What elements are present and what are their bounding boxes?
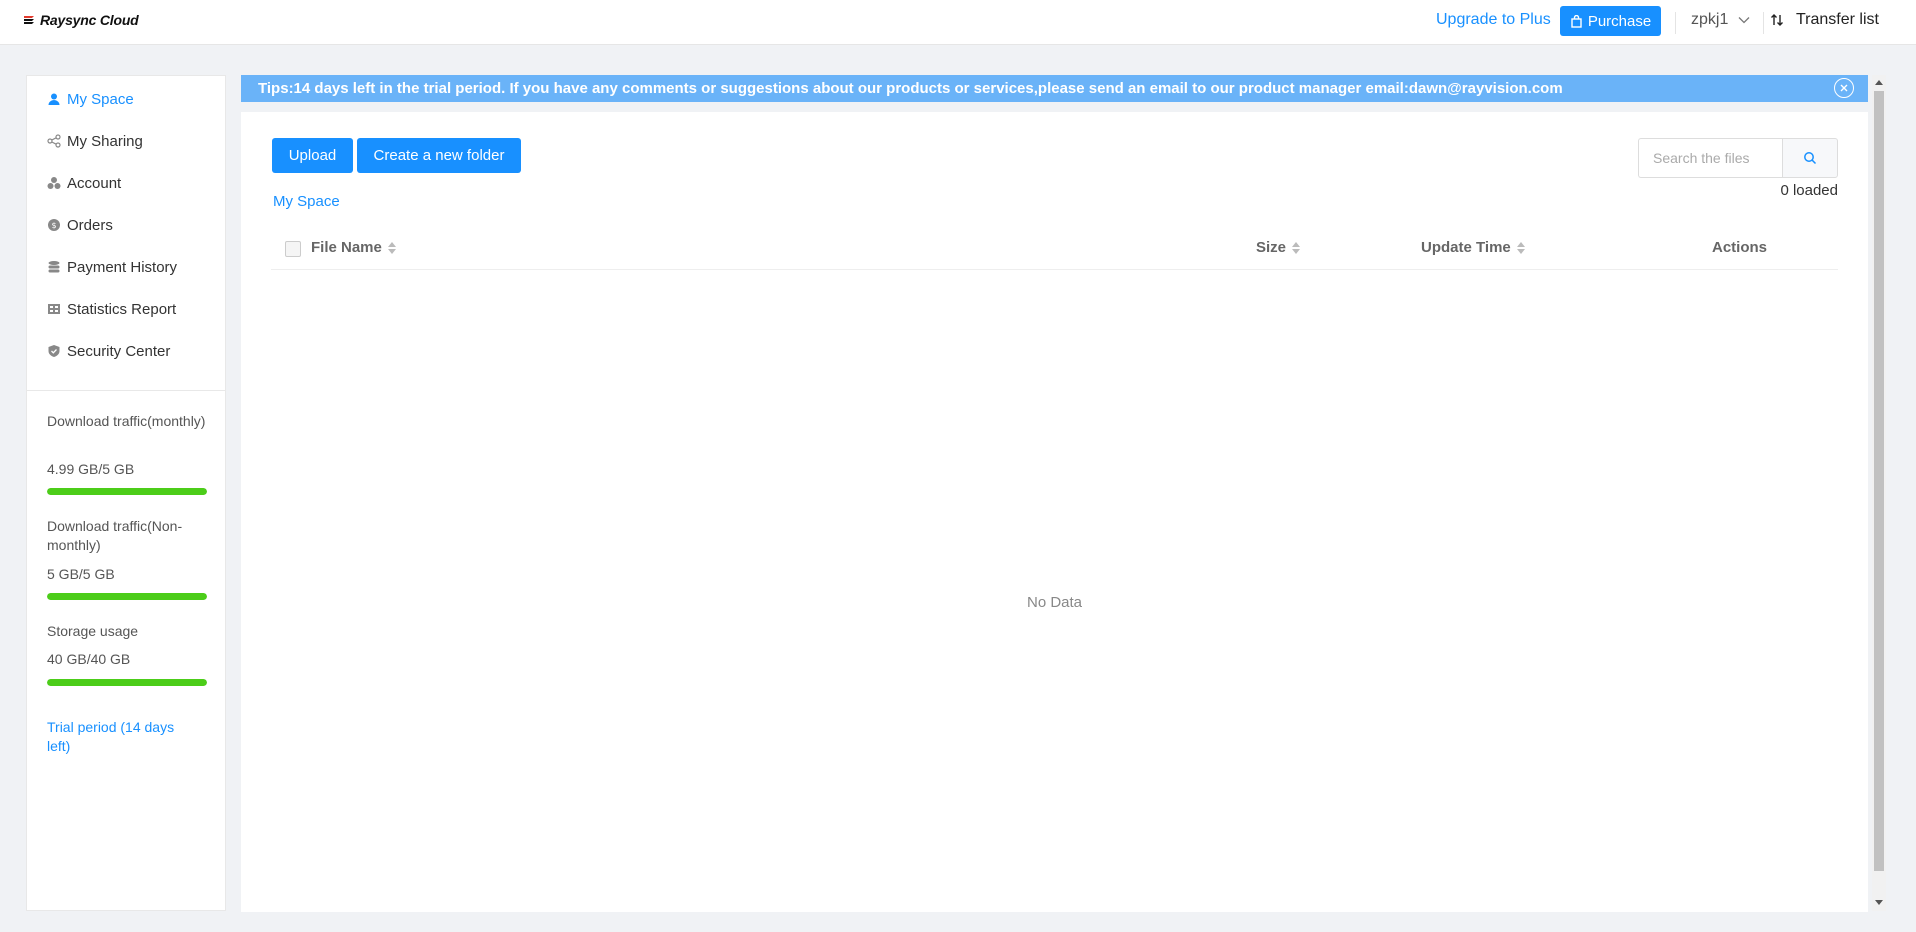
search-input[interactable]: Search the files [1638, 138, 1782, 178]
sidebar-divider [27, 390, 225, 391]
sidebar-item-label: Payment History [67, 258, 178, 276]
progress-fill [47, 593, 207, 600]
scroll-down-icon[interactable] [1875, 900, 1883, 905]
shield-icon [48, 345, 60, 357]
report-icon [48, 304, 60, 314]
metric-value: 4.99 GB/5 GB [47, 461, 135, 477]
purchase-label: Purchase [1587, 12, 1652, 30]
sidebar-item-label: My Sharing [67, 132, 143, 150]
svg-text:$: $ [51, 221, 56, 230]
transfer-label: Transfer list [1796, 11, 1879, 28]
bag-icon [1571, 14, 1582, 28]
upload-button[interactable]: Upload [272, 138, 353, 173]
upgrade-link[interactable]: Upgrade to Plus [1436, 11, 1551, 29]
sidebar-item-label: Security Center [67, 342, 171, 360]
header-divider [1675, 12, 1676, 34]
sidebar-item-payment-history[interactable]: Payment History [47, 256, 177, 278]
progress-fill [47, 679, 207, 686]
sidebar-item-label: Orders [67, 216, 113, 234]
sidebar-item-orders[interactable]: $ Orders [47, 214, 113, 236]
search-placeholder: Search the files [1653, 150, 1750, 166]
progress-fill [47, 488, 207, 495]
sidebar-item-my-sharing[interactable]: My Sharing [47, 130, 143, 152]
column-file-name[interactable]: File Name [311, 239, 396, 256]
metric-label: Download traffic(Non-monthly) [47, 518, 183, 553]
search-button[interactable] [1782, 138, 1838, 178]
metric-value: 40 GB/40 GB [47, 651, 131, 667]
scrollbar[interactable] [1872, 75, 1886, 911]
sort-icon [387, 241, 396, 254]
loaded-count: 0 loaded [1780, 182, 1838, 199]
tips-text: Tips:14 days left in the trial period. I… [258, 80, 1563, 97]
purchase-button[interactable]: Purchase [1560, 6, 1661, 36]
sidebar-item-label: Statistics Report [67, 300, 177, 318]
column-label: Size [1256, 239, 1287, 256]
scroll-thumb[interactable] [1874, 91, 1884, 871]
select-all-checkbox[interactable] [285, 241, 301, 257]
close-icon[interactable] [1834, 78, 1854, 98]
sort-icon [1292, 241, 1301, 254]
column-label: File Name [311, 239, 382, 256]
sidebar-item-statistics-report[interactable]: Statistics Report [47, 298, 176, 320]
main-panel: Upload Create a new folder Search the fi… [241, 112, 1868, 912]
transfer-list-button[interactable]: Transfer list [1770, 11, 1879, 29]
sidebar-item-security-center[interactable]: Security Center [47, 340, 170, 362]
trial-period-link[interactable]: Trial period (14 days left) [47, 718, 197, 756]
column-label: Update Time [1421, 239, 1511, 256]
column-size[interactable]: Size [1256, 239, 1301, 256]
orders-icon: $ [48, 219, 60, 231]
scroll-up-icon[interactable] [1875, 80, 1883, 85]
logo-icon [24, 16, 34, 24]
sort-icon [1516, 241, 1525, 254]
account-icon [47, 177, 61, 189]
share-icon [47, 134, 61, 148]
sidebar-item-my-space[interactable]: My Space [47, 88, 134, 110]
username: zpkj1 [1691, 11, 1729, 28]
top-bar: Raysync Cloud Upgrade to Plus Purchase z… [0, 0, 1916, 45]
table-header: File Name Size Update Time Actions [271, 227, 1838, 270]
metric-label: Storage usage [47, 623, 139, 639]
progress-bar [47, 679, 207, 686]
metric-label: Download traffic(monthly) [47, 413, 206, 429]
user-menu[interactable]: zpkj1 [1691, 11, 1750, 29]
metric-value: 5 GB/5 GB [47, 566, 115, 582]
create-folder-button[interactable]: Create a new folder [357, 138, 521, 173]
app-name: Raysync Cloud [40, 12, 139, 28]
breadcrumb[interactable]: My Space [273, 193, 340, 210]
logo[interactable]: Raysync Cloud [22, 12, 139, 28]
sidebar-item-account[interactable]: Account [47, 172, 121, 194]
column-update-time[interactable]: Update Time [1421, 239, 1525, 256]
transfer-icon [1771, 14, 1783, 26]
progress-bar [47, 593, 207, 600]
search-icon [1804, 152, 1817, 165]
chevron-down-icon [1738, 17, 1750, 24]
sidebar-item-label: My Space [67, 90, 134, 108]
user-icon [48, 93, 60, 105]
header-divider [1763, 12, 1764, 34]
sidebar-item-label: Account [67, 174, 122, 192]
column-label: Actions [1712, 239, 1768, 256]
empty-state: No Data [1026, 594, 1083, 611]
column-actions: Actions [1712, 239, 1767, 256]
payment-icon [48, 261, 60, 273]
sidebar: My Space My Sharing Account $ Orders Pay… [26, 75, 226, 911]
progress-bar [47, 488, 207, 495]
tips-banner: Tips:14 days left in the trial period. I… [241, 75, 1868, 102]
